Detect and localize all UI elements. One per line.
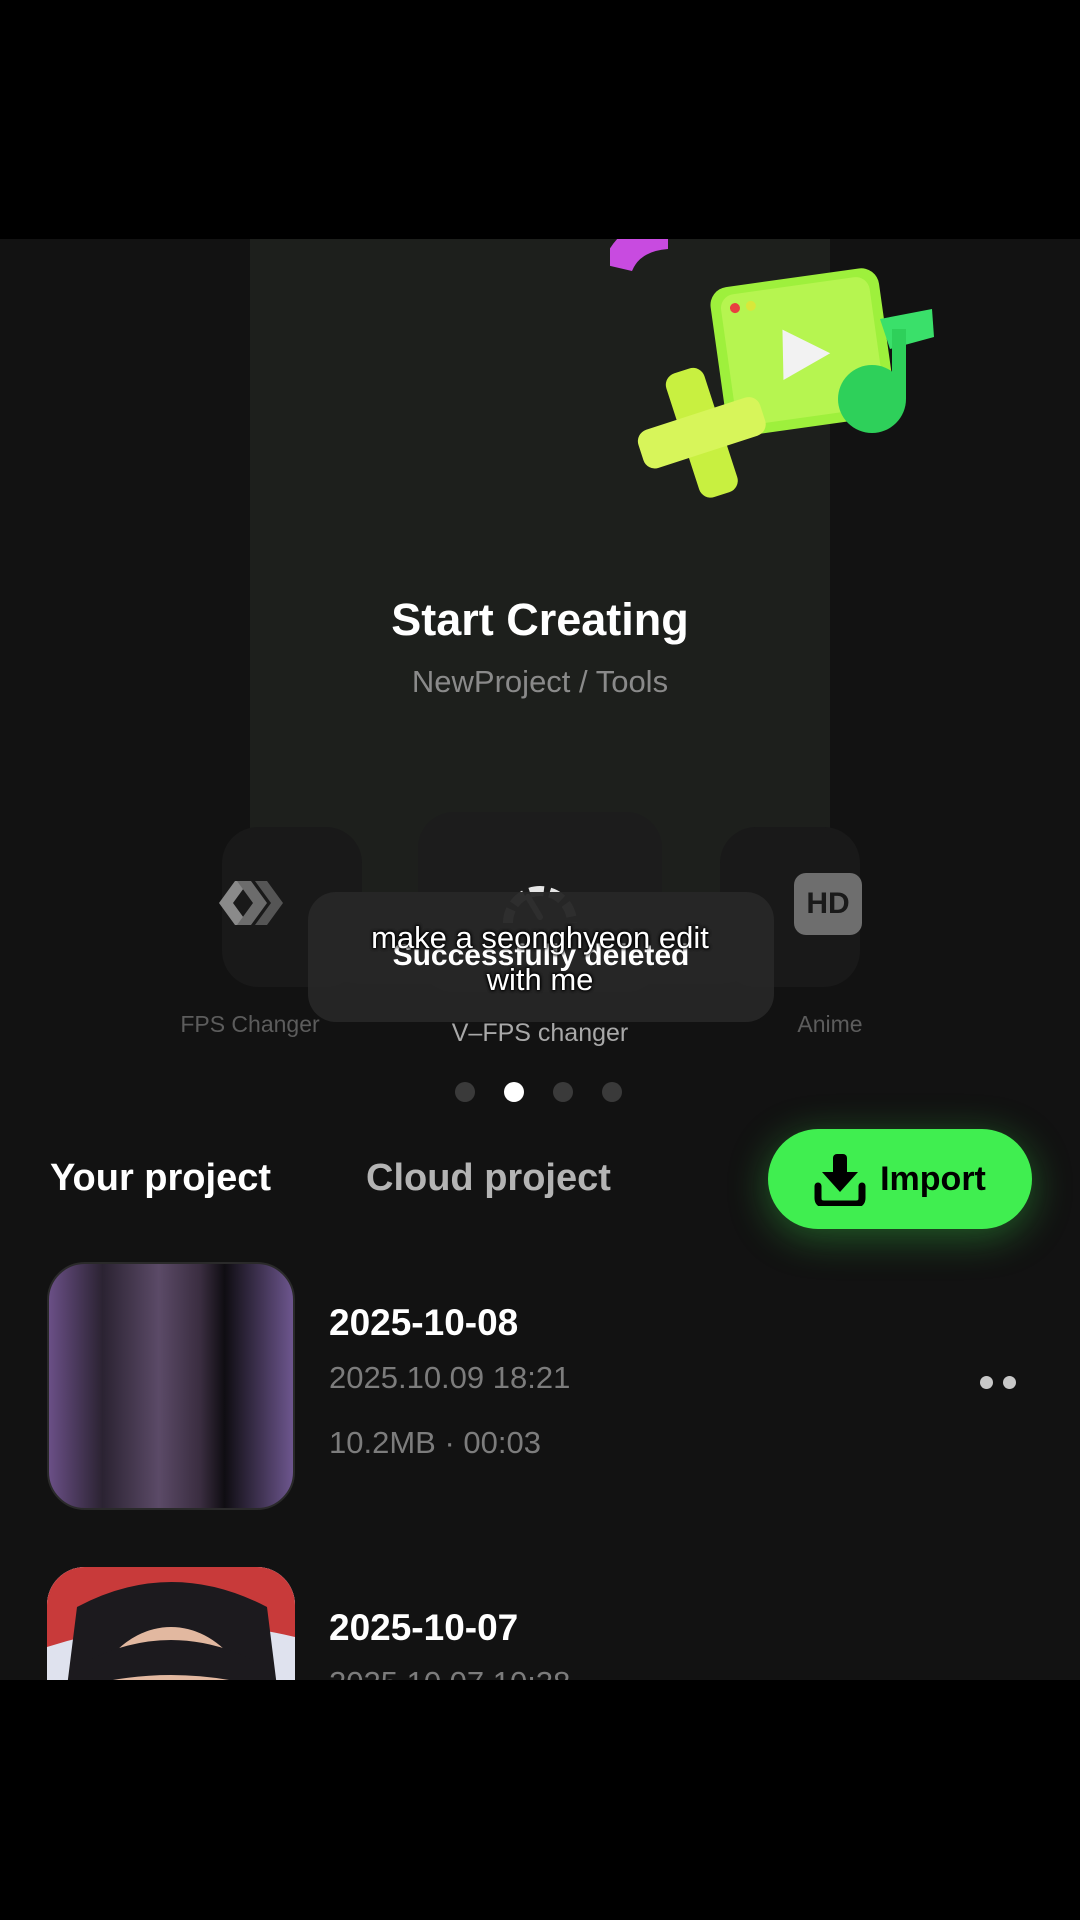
pager-dot[interactable] (553, 1082, 573, 1102)
tool-label-fps-changer: FPS Changer (180, 1011, 320, 1037)
project-date: 2025.10.07 10:38 (329, 1665, 570, 1680)
tab-cloud-project[interactable]: Cloud project (366, 1157, 611, 1200)
video-caption: make a seonghyeon edit with me (240, 917, 840, 1001)
import-label: Import (880, 1159, 986, 1198)
tab-your-project[interactable]: Your project (50, 1157, 271, 1200)
tool-label-v-fps-changer: V–FPS changer (451, 1019, 629, 1047)
project-date: 2025.10.09 18:21 (329, 1360, 571, 1395)
pager-dot[interactable] (455, 1082, 475, 1102)
import-button[interactable]: Import (768, 1129, 1032, 1229)
more-options-icon[interactable] (980, 1373, 1026, 1391)
start-creating-illustration (610, 239, 934, 498)
project-size-duration: 10.2MB · 00:03 (329, 1425, 541, 1460)
project-thumbnail[interactable] (47, 1262, 295, 1510)
carousel-pager (455, 1082, 622, 1102)
start-creating-subtitle: NewProject / Tools (411, 664, 669, 699)
tool-label-anime: Anime (797, 1011, 863, 1037)
portrait-image (47, 1567, 295, 1680)
pager-dot[interactable] (602, 1082, 622, 1102)
project-thumbnail[interactable] (47, 1567, 295, 1680)
screen: Start Creating NewProject / Tools HD FPS… (0, 0, 1080, 1920)
caption-line-1: make a seonghyeon edit (371, 920, 709, 955)
project-title[interactable]: 2025-10-08 (329, 1302, 518, 1344)
download-icon (814, 1154, 866, 1206)
caption-line-2: with me (486, 962, 594, 997)
start-creating-title: Start Creating (391, 594, 689, 645)
project-title[interactable]: 2025-10-07 (329, 1607, 518, 1649)
pager-dot-active[interactable] (504, 1082, 524, 1102)
app-view: Start Creating NewProject / Tools HD FPS… (0, 239, 1080, 1680)
